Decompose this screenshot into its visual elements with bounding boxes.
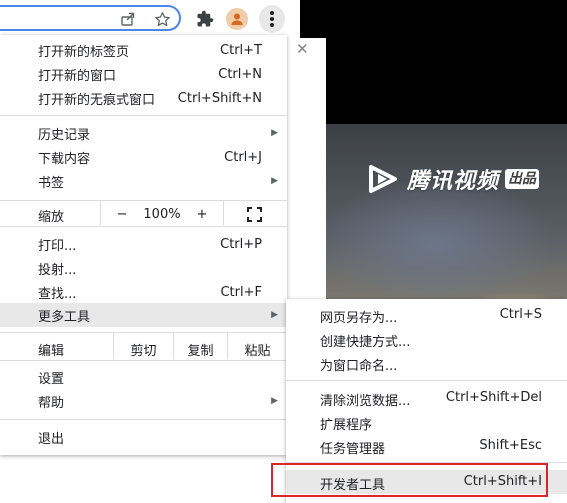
submenu-item-create-shortcut[interactable]: 创建快捷方式... <box>286 327 567 351</box>
tencent-video-logo: 腾讯视频 出品 <box>367 163 540 195</box>
menu-item-exit[interactable]: 退出 <box>0 425 287 449</box>
copy-button[interactable]: 复制 <box>174 337 227 361</box>
logo-text: 腾讯视频 <box>407 169 500 194</box>
share-icon[interactable] <box>118 9 138 29</box>
menu-item-cast[interactable]: 投射... <box>0 256 287 280</box>
menu-separator <box>0 419 287 420</box>
menu-item-shortcut: Ctrl+P <box>220 236 262 252</box>
submenu-item-shortcut: Shift+Esc <box>479 438 542 453</box>
submenu-item-clear-browsing-data[interactable]: 清除浏览数据... Ctrl+Shift+Del <box>286 386 567 410</box>
menu-item-shortcut: Ctrl+F <box>220 284 262 300</box>
logo-badge: 出品 <box>505 169 540 189</box>
zoom-divider <box>223 201 224 225</box>
submenu-item-shortcut: Ctrl+S <box>499 307 542 322</box>
menu-separator <box>0 332 287 333</box>
menu-item-bookmarks[interactable]: 书签 ▶ <box>0 169 287 193</box>
menu-item-shortcut: Ctrl+N <box>218 66 262 82</box>
chrome-main-menu: 打开新的标签页 Ctrl+T 打开新的窗口 Ctrl+N 打开新的无痕式窗口 C… <box>0 35 287 455</box>
video-letterbox <box>300 0 567 124</box>
zoom-in-button[interactable]: + <box>192 201 212 227</box>
menu-item-label: 更多工具 <box>38 309 91 325</box>
browser-toolbar <box>0 0 300 38</box>
submenu-item-extensions[interactable]: 扩展程序 <box>286 410 567 434</box>
menu-item-shortcut: Ctrl+J <box>224 149 262 165</box>
zoom-label: 缩放 <box>38 210 65 225</box>
menu-item-label: 查找... <box>38 286 77 302</box>
menu-item-new-window[interactable]: 打开新的窗口 Ctrl+N <box>0 62 287 86</box>
menu-item-label: 设置 <box>38 371 65 387</box>
submenu-arrow-icon: ▶ <box>271 176 278 186</box>
paste-button[interactable]: 粘贴 <box>228 337 287 361</box>
menu-item-new-incognito-window[interactable]: 打开新的无痕式窗口 Ctrl+Shift+N <box>0 86 287 110</box>
menu-item-label: 打开新的窗口 <box>38 68 117 84</box>
zoom-out-button[interactable]: − <box>112 201 132 227</box>
submenu-arrow-icon: ▶ <box>271 310 278 320</box>
menu-item-label: 书签 <box>38 175 65 191</box>
menu-item-label: 帮助 <box>38 395 65 411</box>
menu-item-find[interactable]: 查找... Ctrl+F <box>0 280 287 304</box>
submenu-arrow-icon: ▶ <box>271 396 278 406</box>
submenu-item-label: 清除浏览数据... <box>320 394 411 409</box>
star-icon[interactable] <box>152 9 172 29</box>
submenu-item-name-window[interactable]: 为窗口命名... <box>286 351 567 375</box>
menu-item-shortcut: Ctrl+T <box>220 42 262 58</box>
submenu-arrow-icon: ▶ <box>271 128 278 138</box>
close-icon[interactable]: ✕ <box>296 40 309 58</box>
menu-separator <box>0 360 287 361</box>
menu-separator <box>286 380 567 381</box>
submenu-item-label: 创建快捷方式... <box>320 335 411 350</box>
menu-item-new-tab[interactable]: 打开新的标签页 Ctrl+T <box>0 38 287 62</box>
kebab-menu-icon[interactable] <box>259 5 285 33</box>
tencent-video-play-icon <box>369 165 397 193</box>
zoom-divider <box>100 201 101 225</box>
submenu-item-label: 扩展程序 <box>320 418 373 433</box>
submenu-item-shortcut: Ctrl+Shift+Del <box>445 390 542 405</box>
submenu-item-task-manager[interactable]: 任务管理器 Shift+Esc <box>286 434 567 458</box>
menu-item-label: 打开新的标签页 <box>38 44 130 60</box>
fullscreen-icon[interactable] <box>242 201 266 227</box>
menu-item-history[interactable]: 历史记录 ▶ <box>0 121 287 145</box>
menu-item-downloads[interactable]: 下载内容 Ctrl+J <box>0 145 287 169</box>
menu-item-more-tools[interactable]: 更多工具 ▶ <box>0 303 287 327</box>
edit-label: 编辑 <box>38 343 65 359</box>
profile-icon[interactable] <box>226 8 248 30</box>
menu-item-label: 打开新的无痕式窗口 <box>38 92 156 108</box>
submenu-item-label: 任务管理器 <box>320 442 386 457</box>
menu-item-label: 下载内容 <box>38 151 91 167</box>
menu-item-print[interactable]: 打印... Ctrl+P <box>0 232 287 256</box>
submenu-item-label: 为窗口命名... <box>320 359 398 374</box>
menu-item-help[interactable]: 帮助 ▶ <box>0 389 287 413</box>
menu-item-shortcut: Ctrl+Shift+N <box>177 90 262 106</box>
menu-separator <box>0 115 287 116</box>
submenu-item-label: 网页另存为... <box>320 311 398 326</box>
menu-item-settings[interactable]: 设置 <box>0 365 287 389</box>
menu-item-label: 投射... <box>38 262 77 278</box>
menu-separator <box>0 226 287 227</box>
zoom-level: 100% <box>143 206 181 222</box>
highlight-box <box>271 463 548 497</box>
menu-item-label: 打印... <box>38 238 77 254</box>
menu-item-label: 退出 <box>38 431 65 447</box>
extensions-icon[interactable] <box>195 9 215 29</box>
cut-button[interactable]: 剪切 <box>114 337 173 361</box>
submenu-item-save-page-as[interactable]: 网页另存为... Ctrl+S <box>286 303 567 327</box>
menu-item-label: 历史记录 <box>38 127 91 143</box>
